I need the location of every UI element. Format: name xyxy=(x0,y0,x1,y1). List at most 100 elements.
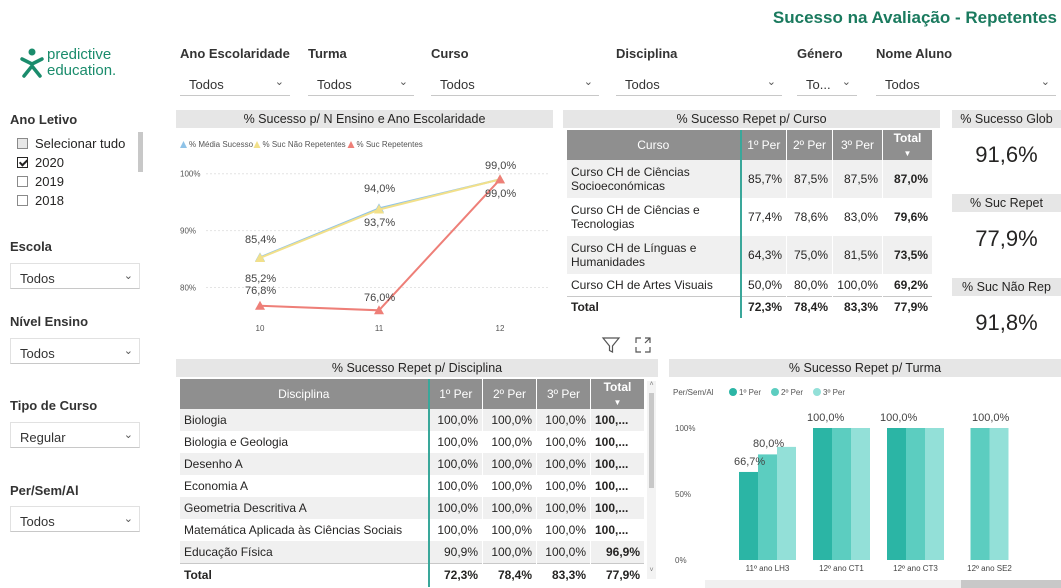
cell-total: 87,0% xyxy=(882,160,933,198)
column-header[interactable]: 2º Per xyxy=(786,130,834,160)
slicer-scrollbar[interactable] xyxy=(138,132,143,172)
cell: 78,4% xyxy=(482,562,538,587)
checkbox[interactable] xyxy=(17,138,28,149)
column-header-label: Total xyxy=(893,131,922,145)
cell: 85,7% xyxy=(739,160,788,198)
legend-label: % Suc Não Repetentes xyxy=(263,140,346,149)
cell-total-label: Total xyxy=(180,562,430,587)
data-label: 100,0% xyxy=(807,412,845,424)
column-header[interactable]: 1º Per xyxy=(427,379,484,409)
table-row[interactable]: Biologia e Geologia 100,0% 100,0% 100,0%… xyxy=(180,431,645,453)
filter-turma[interactable]: Todos ⌄ xyxy=(308,70,414,96)
table-row[interactable]: Geometria Descritiva A 100,0% 100,0% 100… xyxy=(180,497,645,519)
slicer-nivel-ensino[interactable]: Todos ⌄ xyxy=(10,338,140,364)
table-scrollbar[interactable]: ˄ ˅ xyxy=(647,381,656,579)
data-label: 100,0% xyxy=(880,412,918,424)
table-row[interactable]: Economia A 100,0% 100,0% 100,0% 100,... xyxy=(180,475,645,497)
cell: 100,0% xyxy=(482,497,538,519)
chart-scrollbar-thumb xyxy=(961,580,1061,588)
chevron-down-icon: ⌄ xyxy=(123,513,133,525)
filter-icon[interactable] xyxy=(601,335,621,355)
table-row[interactable]: Matemática Aplicada às Ciências Sociais … xyxy=(180,519,645,541)
chevron-down-icon: ⌄ xyxy=(766,76,776,88)
data-label: 85,2% xyxy=(245,273,276,285)
table-row[interactable]: Biologia 100,0% 100,0% 100,0% 100,... xyxy=(180,409,645,431)
legend-title: Per/Sem/Al xyxy=(673,388,714,397)
chevron-down-icon: ⌄ xyxy=(1040,76,1050,88)
filter-curso[interactable]: Todos ⌄ xyxy=(431,70,599,96)
table-row[interactable]: Educação Física 90,9% 100,0% 100,0% 96,9… xyxy=(180,541,645,563)
focus-mode-icon[interactable] xyxy=(633,335,653,355)
column-header[interactable]: 3º Per xyxy=(536,379,591,409)
table-row[interactable]: Curso CH de Ciências Socioeconómicas 85,… xyxy=(567,160,933,198)
cell: 100,0% xyxy=(482,409,538,431)
bar xyxy=(813,428,832,560)
slicer-escola[interactable]: Todos ⌄ xyxy=(10,263,140,289)
slicer-item-label: 2019 xyxy=(35,174,64,189)
legend-label: % Média Sucesso xyxy=(189,140,254,149)
data-label: 93,7% xyxy=(364,217,395,229)
table-row[interactable]: Curso CH de Ciências e Tecnologias 77,4%… xyxy=(567,198,933,236)
checkbox[interactable] xyxy=(17,195,28,206)
filter-disciplina[interactable]: Todos ⌄ xyxy=(616,70,782,96)
data-label: 76,8% xyxy=(245,285,276,297)
legend-marker xyxy=(347,141,355,148)
bar xyxy=(989,428,1009,560)
filter-genero[interactable]: To... ⌄ xyxy=(797,70,857,96)
checkbox[interactable] xyxy=(17,176,28,187)
cell: 100,0% xyxy=(482,475,538,497)
bar-chart[interactable]: Per/Sem/Al 1º Per 2º Per 3º Per 100% 50% 0% 11º… xyxy=(669,380,1061,588)
table-row[interactable]: Curso CH de Línguas e Humanidades 64,3% … xyxy=(567,236,933,274)
scroll-up-icon[interactable]: ˄ xyxy=(647,381,656,388)
column-header[interactable]: 3º Per xyxy=(832,130,883,160)
scroll-down-icon[interactable]: ˅ xyxy=(647,567,656,574)
slicer-item-selecionar-tudo[interactable]: Selecionar tudo xyxy=(17,136,125,151)
column-header-sorted[interactable]: Total ▼ xyxy=(590,379,645,409)
slicer-per-sem[interactable]: Todos ⌄ xyxy=(10,506,140,532)
slicer-tipo-curso[interactable]: Regular ⌄ xyxy=(10,422,140,448)
filter-label-genero: Género xyxy=(797,46,843,61)
x-tick-label: 11º ano LH3 xyxy=(746,564,790,573)
column-header[interactable]: Curso xyxy=(567,130,742,160)
filter-label-nome-aluno: Nome Aluno xyxy=(876,46,953,61)
column-header[interactable]: 2º Per xyxy=(482,379,538,409)
line-chart[interactable]: % Média Sucesso % Suc Não Repetentes % Suc… xyxy=(176,130,556,332)
slicer-item-2018[interactable]: 2018 xyxy=(17,193,64,208)
filter-nome-aluno[interactable]: Todos ⌄ xyxy=(876,70,1056,96)
table-total-row: Total 72,3% 78,4% 83,3% 77,9% xyxy=(180,562,645,587)
y-tick-label: 100% xyxy=(675,424,695,433)
slicer-item-2019[interactable]: 2019 xyxy=(17,174,64,189)
column-header[interactable]: Disciplina xyxy=(180,379,430,409)
cell: 100,0% xyxy=(427,453,484,475)
chevron-down-icon: ⌄ xyxy=(398,76,408,88)
chevron-down-icon: ⌄ xyxy=(583,76,593,88)
chevron-down-icon: ⌄ xyxy=(123,270,133,282)
table-row[interactable]: Desenho A 100,0% 100,0% 100,0% 100,... xyxy=(180,453,645,475)
line-chart-title: % Sucesso p/ N Ensino e Ano Escolaridade xyxy=(176,110,553,128)
cell: 100,0% xyxy=(427,497,484,519)
card-value-suc-repet: 77,9% xyxy=(975,226,1038,251)
table-row[interactable]: Curso CH de Artes Visuais 50,0% 80,0% 10… xyxy=(567,274,933,296)
legend-label: 3º Per xyxy=(823,388,845,397)
filter-ano-escolaridade[interactable]: Todos ⌄ xyxy=(180,70,290,96)
slicer-item-2020[interactable]: 2020 xyxy=(17,155,64,170)
y-tick-label: 100% xyxy=(180,170,200,179)
cell: 100,0% xyxy=(536,541,591,563)
column-header[interactable]: 1º Per xyxy=(739,130,788,160)
bar xyxy=(832,428,851,560)
cell-total: 69,2% xyxy=(882,274,933,296)
slicer-item-label: Selecionar tudo xyxy=(35,136,126,151)
checkbox-checked[interactable] xyxy=(17,157,28,168)
cell: 83,3% xyxy=(536,562,591,587)
data-label: 76,0% xyxy=(364,292,395,304)
column-header-sorted[interactable]: Total ▼ xyxy=(882,130,933,160)
cell: 75,0% xyxy=(786,236,834,274)
logo: predictive education. xyxy=(20,44,140,84)
data-label: 66,7% xyxy=(734,456,765,468)
x-tick-label: 10 xyxy=(256,324,265,332)
scrollbar-thumb[interactable] xyxy=(649,393,654,488)
cell-curso: Curso CH de Línguas e Humanidades xyxy=(567,236,742,274)
filter-value: Todos xyxy=(625,77,660,92)
bar xyxy=(925,428,944,560)
cell: 100,0% xyxy=(536,453,591,475)
